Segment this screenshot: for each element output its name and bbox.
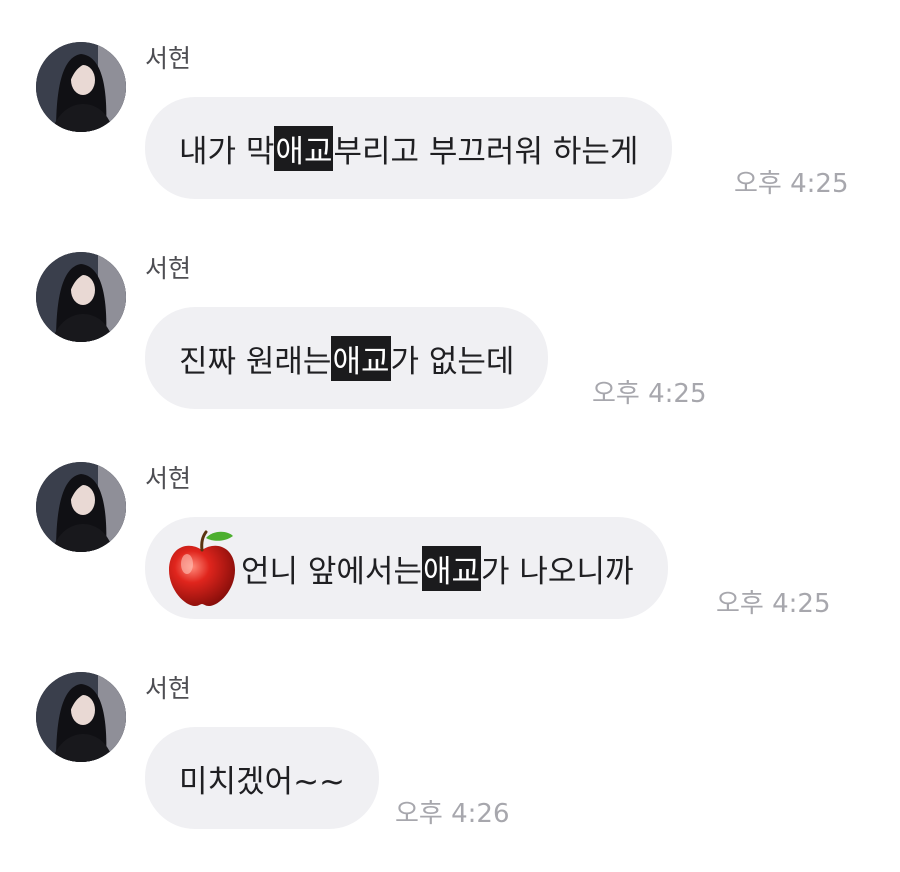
message-text: 가 없는데 [390, 343, 515, 380]
message-text: 가 나오니까 [481, 553, 634, 590]
message-bubble[interactable]: 미치겠어~~ [145, 727, 380, 829]
sender-name: 서현 [145, 254, 192, 283]
apple-emoji-icon [165, 528, 239, 608]
timestamp: 오후 4:25 [592, 379, 707, 409]
highlighted-text: 애교 [421, 545, 482, 591]
message-bubble[interactable]: 내가 막 애교 부리고 부끄러워 하는게 [145, 97, 673, 199]
message-text: 내가 막 [179, 133, 275, 170]
message-text: 부리고 부끄러워 하는게 [333, 133, 639, 170]
timestamp: 오후 4:25 [734, 169, 849, 199]
chat-message: 서현 언니 앞에서는 애교 가 나오니까 오후 4:25 [0, 462, 900, 662]
timestamp: 오후 4:25 [716, 589, 831, 619]
sender-name: 서현 [145, 44, 192, 73]
chat-message: 서현 미치겠어~~ 오후 4:26 [0, 672, 900, 872]
highlighted-text: 애교 [274, 125, 334, 171]
chat-message: 서현 내가 막 애교 부리고 부끄러워 하는게 오후 4:25 [0, 42, 900, 242]
avatar[interactable] [36, 252, 126, 342]
avatar[interactable] [36, 462, 126, 552]
message-text: 미치겠어~~ [179, 763, 346, 800]
avatar[interactable] [36, 42, 126, 132]
sender-name: 서현 [145, 464, 192, 493]
avatar[interactable] [36, 672, 126, 762]
timestamp: 오후 4:26 [395, 799, 510, 829]
message-bubble[interactable]: 언니 앞에서는 애교 가 나오니까 [145, 517, 668, 619]
message-text: 언니 앞에서는 [241, 553, 422, 590]
sender-name: 서현 [145, 674, 192, 703]
highlighted-text: 애교 [331, 335, 391, 381]
message-text: 진짜 원래는 [179, 343, 332, 380]
message-bubble[interactable]: 진짜 원래는 애교 가 없는데 [145, 307, 549, 409]
chat-message: 서현 진짜 원래는 애교 가 없는데 오후 4:25 [0, 252, 900, 452]
